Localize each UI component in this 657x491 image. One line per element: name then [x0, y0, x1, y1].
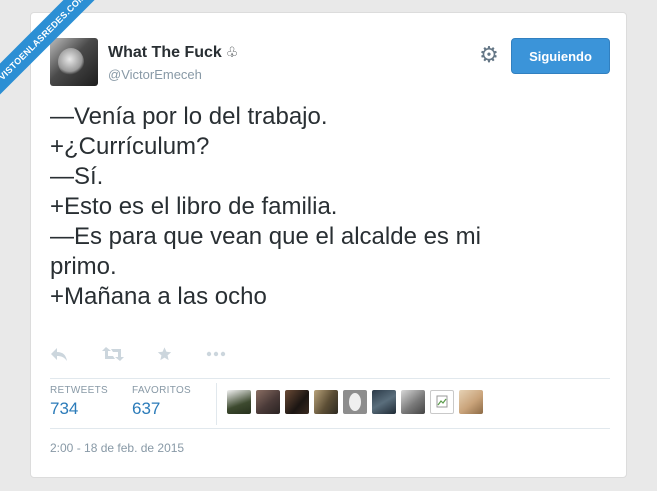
favorites-label: FAVORITOS: [132, 385, 192, 396]
favorites-count[interactable]: 637: [132, 399, 160, 419]
tweet-line: —Sí.: [50, 163, 104, 190]
tweet-timestamp[interactable]: 2:00 - 18 de feb. de 2015: [50, 441, 184, 455]
stats-top-divider: [50, 378, 610, 379]
stats-bottom-divider: [50, 428, 610, 429]
favoriter-avatar[interactable]: [285, 390, 309, 414]
display-name-text: What The Fuck: [108, 44, 222, 61]
user-handle[interactable]: @VictorEmeceh: [108, 67, 202, 82]
tweet-line: +Esto es el libro de familia.: [50, 193, 338, 220]
tweet-line: —Es para que vean que el alcalde es mi: [50, 223, 481, 250]
favoriter-avatar[interactable]: [314, 390, 338, 414]
star-icon[interactable]: [156, 346, 173, 367]
club-symbol: ♧: [225, 44, 239, 60]
watermark-text: VISTOENLASREDES.COM: [0, 0, 107, 102]
watermark-ribbon: VISTOENLASREDES.COM: [0, 0, 110, 110]
retweet-icon[interactable]: [102, 346, 124, 367]
favoriter-avatar[interactable]: [227, 390, 251, 414]
tweet-line: +Mañana a las ocho: [50, 283, 267, 310]
favoriter-avatar[interactable]: [459, 390, 483, 414]
retweets-label: RETWEETS: [50, 385, 108, 396]
retweets-count[interactable]: 734: [50, 399, 78, 419]
favoriter-avatar[interactable]: [372, 390, 396, 414]
display-name[interactable]: What The Fuck ♧: [108, 44, 238, 62]
tweet-line: —Venía por lo del trabajo.: [50, 103, 328, 130]
more-icon[interactable]: [206, 346, 226, 367]
favoriter-avatar[interactable]: [401, 390, 425, 414]
favoriter-avatar[interactable]: [343, 390, 367, 414]
follow-button[interactable]: Siguiendo: [511, 38, 610, 74]
tweet-line: +¿Currículum?: [50, 133, 210, 160]
favoriter-avatar[interactable]: [256, 390, 280, 414]
tweet-text: —Venía por lo del trabajo. +¿Currículum?…: [50, 102, 590, 312]
gear-icon[interactable]: ⚙: [478, 44, 500, 66]
tweet-line: primo.: [50, 253, 117, 280]
broken-image-icon: [436, 395, 448, 408]
favoriter-avatar[interactable]: [430, 390, 454, 414]
reply-icon[interactable]: [50, 346, 68, 367]
stats-separator: [216, 383, 217, 425]
